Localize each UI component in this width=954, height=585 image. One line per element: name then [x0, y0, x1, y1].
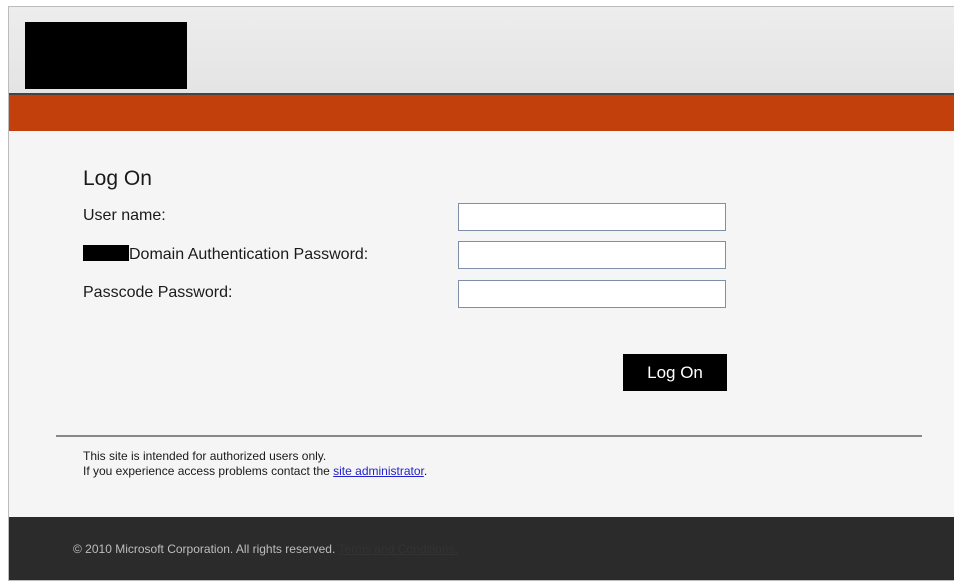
notice-line-1: This site is intended for authorized use…	[83, 449, 327, 463]
notice-line-2-suffix: .	[423, 464, 428, 478]
domain-password-row: Domain Authentication Password:	[83, 241, 733, 271]
authorization-notice: This site is intended for authorized use…	[83, 449, 427, 479]
copyright-notice: © 2010 Microsoft Corporation. All rights…	[73, 542, 458, 556]
notice-line-2: If you experience access problems contac…	[83, 464, 427, 479]
passcode-label: Passcode Password:	[83, 284, 233, 301]
terms-and-conditions-link[interactable]: Terms and Conditions.	[338, 542, 457, 556]
notice-line-2-text: If you experience access problems contac…	[83, 464, 334, 478]
redacted-text	[83, 245, 129, 261]
site-administrator-link[interactable]: site administrator	[333, 464, 424, 478]
domain-password-label: Domain Authentication Password:	[129, 246, 369, 263]
redacted-logo	[25, 22, 187, 89]
accent-band	[9, 95, 954, 131]
copyright-text: © 2010 Microsoft Corporation. All rights…	[73, 542, 336, 556]
log-on-button[interactable]: Log On	[623, 354, 727, 391]
username-row: User name:	[83, 203, 733, 233]
domain-password-input[interactable]	[458, 241, 726, 269]
username-input[interactable]	[458, 203, 726, 231]
domain-password-label-wrap: Domain Authentication Password:	[83, 245, 368, 264]
passcode-row: Passcode Password:	[83, 280, 733, 310]
page-header	[9, 7, 954, 95]
divider	[56, 435, 922, 437]
page-footer: © 2010 Microsoft Corporation. All rights…	[9, 517, 954, 580]
login-page-frame: Log On User name: Domain Authentication …	[8, 6, 954, 581]
login-content: Log On User name: Domain Authentication …	[9, 131, 954, 517]
username-label: User name:	[83, 207, 166, 224]
page-title: Log On	[83, 167, 152, 190]
passcode-input[interactable]	[458, 280, 726, 308]
